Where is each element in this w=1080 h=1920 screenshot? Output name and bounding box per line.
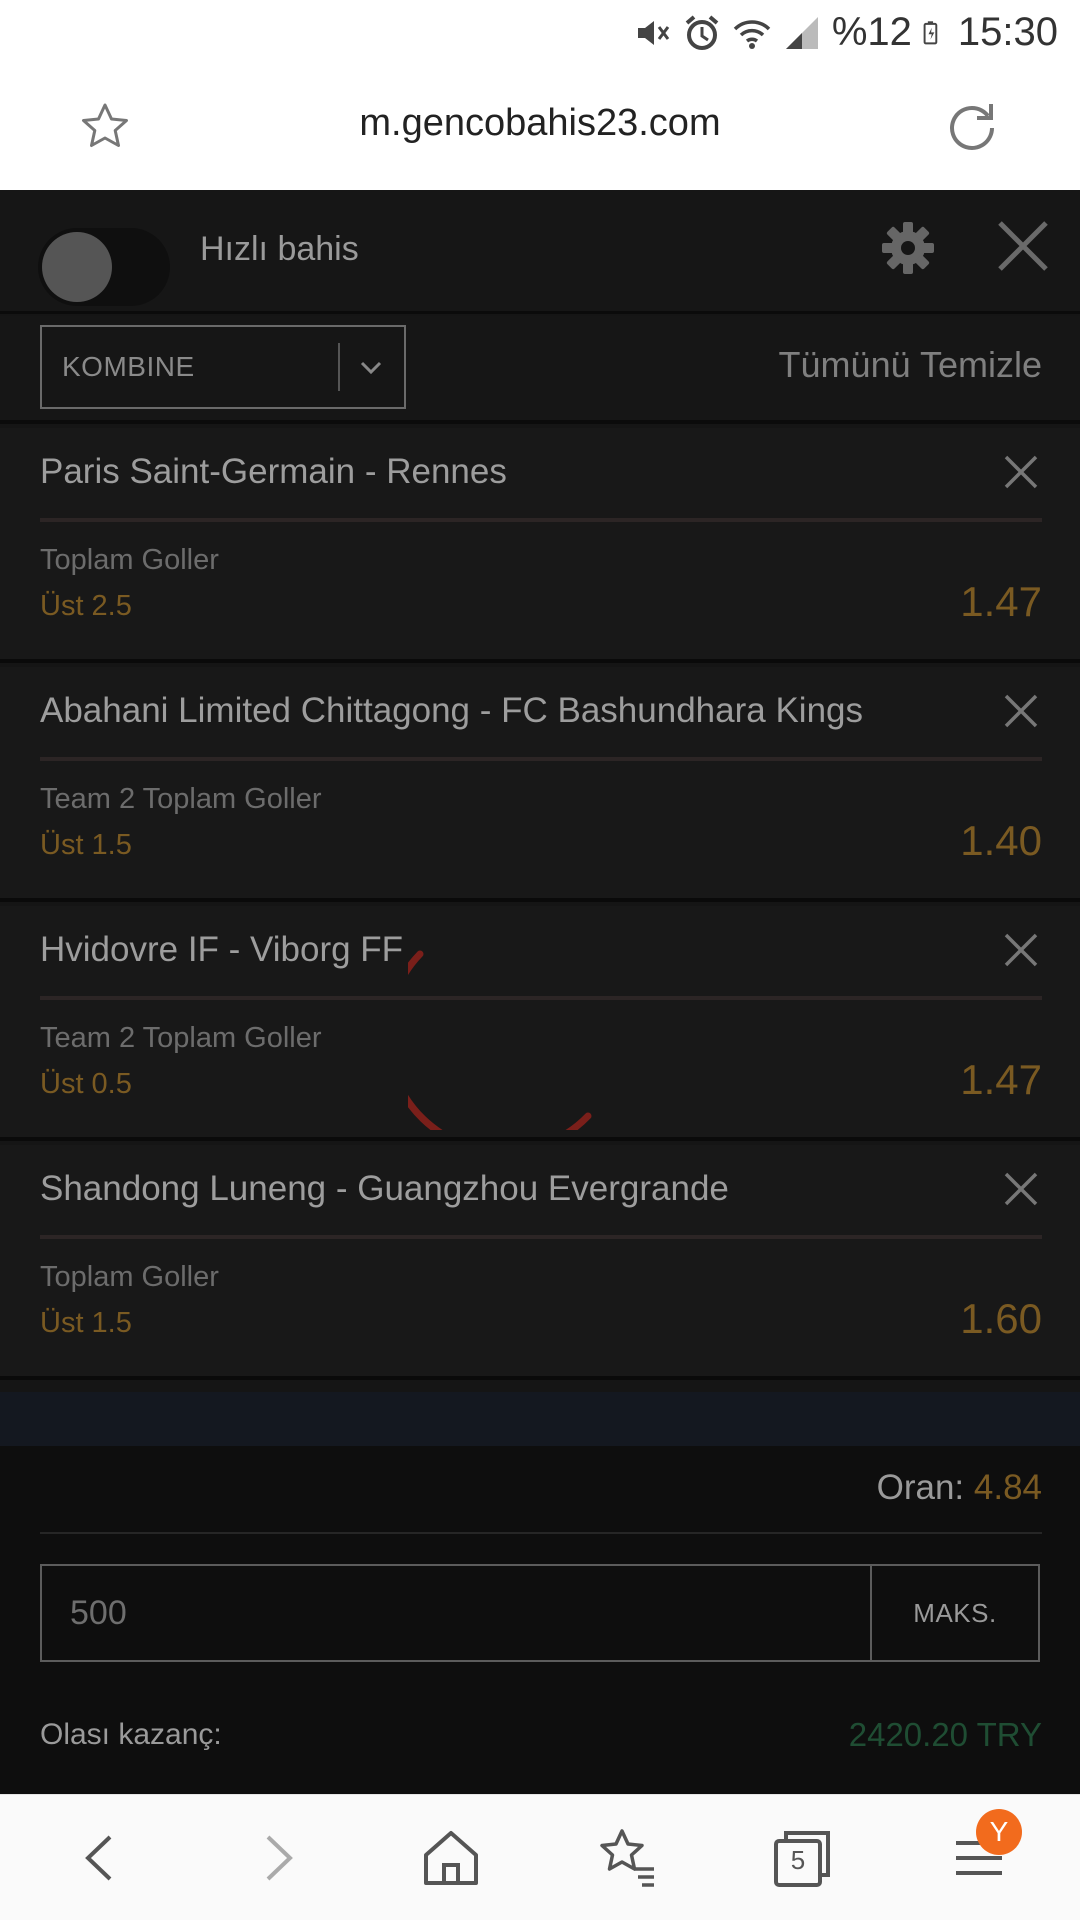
bet-item: Shandong Luneng - Guangzhou Evergrande T… [0,1145,1080,1380]
reload-icon[interactable] [944,98,1000,154]
betslip-summary: Oran: 4.84 MAKS. Olası kazanç: 2420.20 T… [0,1446,1080,1794]
bet-market: Team 2 Toplam Goller [40,1022,322,1054]
bet-market: Toplam Goller [40,544,219,576]
bet-selection: Üst 1.5 [40,1307,132,1339]
bet-selection: Üst 2.5 [40,590,132,622]
signal-icon [785,16,818,49]
total-odds: Oran: 4.84 [877,1468,1042,1508]
summary-divider [40,1532,1042,1534]
remove-bet-icon[interactable] [1003,932,1039,968]
bet-type-row: KOMBINE Tümünü Temizle [0,316,1080,424]
home-icon[interactable] [418,1825,484,1891]
gear-icon[interactable] [880,220,936,276]
bet-divider [40,757,1042,761]
remove-bet-icon[interactable] [1003,693,1039,729]
quick-bet-toggle[interactable] [38,228,170,306]
total-odds-label: Oran: [876,1468,965,1507]
possible-win-label: Olası kazanç: [40,1718,222,1751]
total-odds-value: 4.84 [973,1468,1042,1507]
stake-box: MAKS. [40,1564,1040,1662]
toggle-knob [42,232,112,302]
url-text[interactable]: m.gencobahis23.com [0,102,1080,145]
betslip-header: Hızlı bahis [0,190,1080,314]
clock: 15:30 [957,10,1058,54]
chevron-down-icon [360,361,382,375]
remove-bet-icon[interactable] [1003,454,1039,490]
bet-selection: Üst 0.5 [40,1068,132,1100]
bet-match: Hvidovre IF - Viborg FF [40,930,404,969]
battery-percent: %12 [831,10,912,54]
bet-market: Team 2 Toplam Goller [40,783,322,815]
bet-match: Shandong Luneng - Guangzhou Evergrande [40,1169,729,1208]
close-icon[interactable] [995,218,1051,274]
browser-nav-bar: 5 Y [0,1794,1080,1920]
bet-type-select[interactable]: KOMBINE [40,325,406,409]
bet-selection: Üst 1.5 [40,829,132,861]
mute-icon [637,20,670,45]
bet-list: Paris Saint-Germain - Rennes Toplam Goll… [0,428,1080,1384]
back-icon[interactable] [68,1825,134,1891]
alarm-icon [685,14,719,50]
bet-divider [40,518,1042,522]
bet-odd: 1.40 [960,817,1042,864]
tabs-button[interactable]: 5 [770,1825,836,1891]
bet-odd: 1.47 [960,1056,1042,1103]
remove-bet-icon[interactable] [1003,1171,1039,1207]
divider-strip [0,1392,1080,1446]
wifi-icon [733,19,771,49]
bet-match: Paris Saint-Germain - Rennes [40,452,507,491]
quick-bet-label: Hızlı bahis [200,230,359,268]
bet-divider [40,1235,1042,1239]
possible-win-value: 2420.20 TRY [848,1716,1042,1753]
forward-icon[interactable] [244,1825,310,1891]
bet-item: Abahani Limited Chittagong - FC Bashundh… [0,667,1080,902]
bet-type-value: KOMBINE [62,351,195,382]
loading-spinner-icon [408,950,592,1130]
clear-all-link[interactable]: Tümünü Temizle [779,344,1042,386]
browser-url-bar: m.gencobahis23.com [0,66,1080,190]
bet-market: Toplam Goller [40,1261,219,1293]
max-stake-button[interactable]: MAKS. [870,1566,1038,1660]
status-bar: %12 15:30 [0,0,1080,66]
tab-count: 5 [790,1845,806,1875]
bet-odd: 1.47 [960,578,1042,625]
stake-input[interactable] [70,1594,850,1633]
select-divider [338,343,340,391]
bet-match: Abahani Limited Chittagong - FC Bashundh… [40,691,863,730]
menu-badge: Y [976,1809,1022,1855]
bookmarks-icon[interactable] [594,1825,660,1891]
bet-item: Paris Saint-Germain - Rennes Toplam Goll… [0,428,1080,663]
bet-odd: 1.60 [960,1295,1042,1342]
battery-charging-icon [923,20,938,44]
